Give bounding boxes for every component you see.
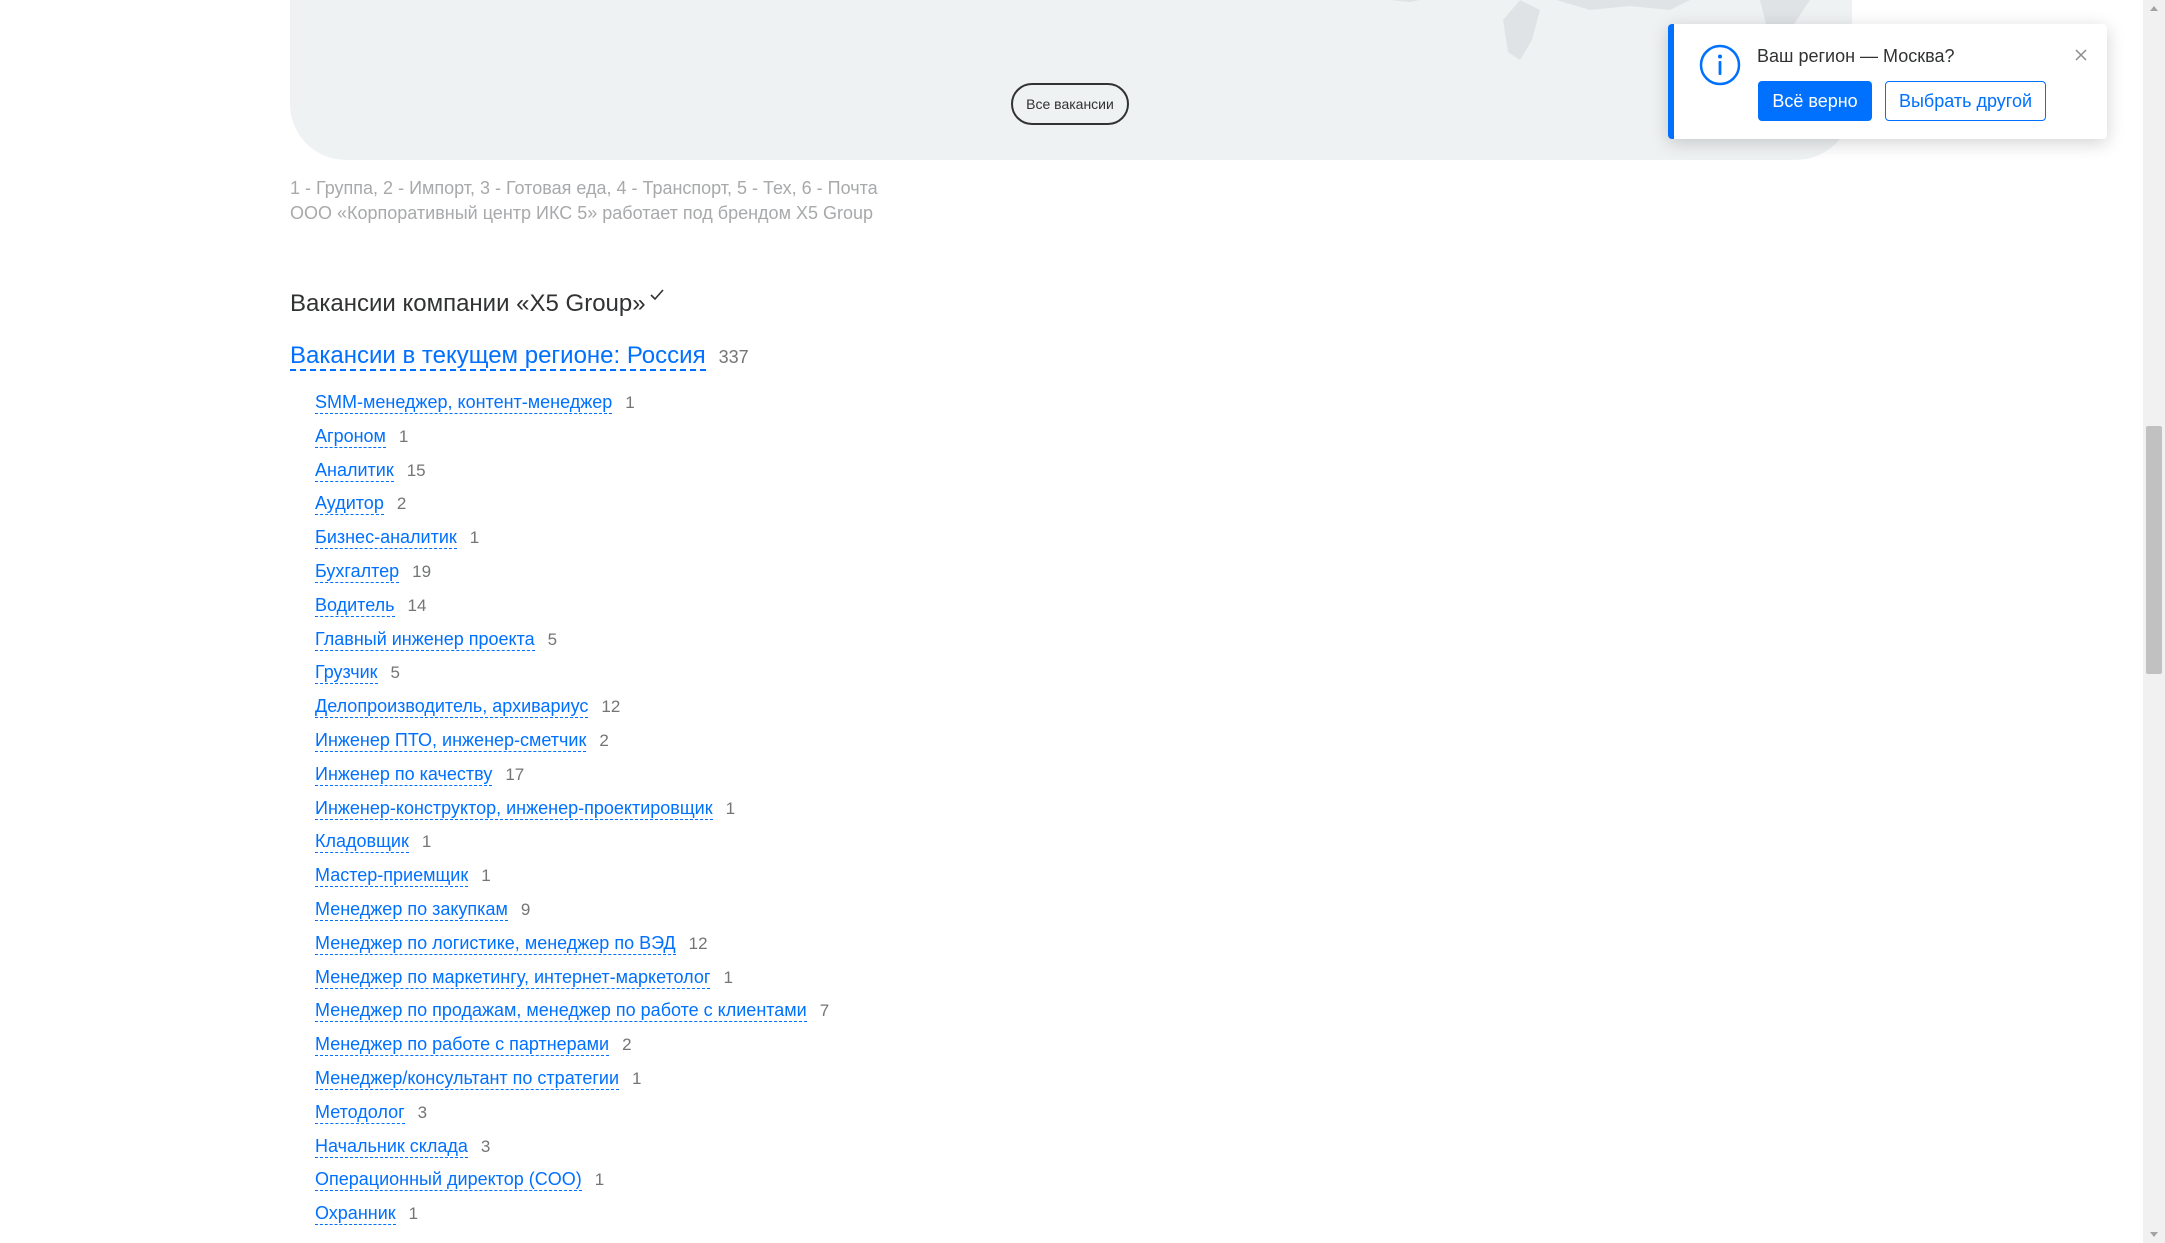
scroll-up-icon[interactable]	[2149, 4, 2159, 12]
vacancy-category-count: 1	[725, 798, 736, 818]
vacancy-category-link[interactable]: Делопроизводитель, архивариус	[315, 696, 589, 719]
vacancy-category-count: 1	[481, 866, 491, 886]
vacancies-heading: Вакансии компании «X5 Group»	[290, 289, 664, 318]
vacancy-category-link[interactable]: Аудитор	[315, 493, 384, 516]
vacancy-category-count: 1	[594, 1170, 605, 1190]
list-item: Методолог 3	[315, 1102, 829, 1136]
list-item: Грузчик 5	[315, 662, 829, 696]
scrollbar-thumb[interactable]	[2146, 426, 2162, 674]
list-item: Инженер ПТО, инженер-сметчик 2	[315, 730, 829, 764]
vacancy-category-link[interactable]: Менеджер по закупкам	[315, 899, 508, 921]
list-item: Бухгалтер 19	[315, 561, 829, 595]
list-item: Главный инженер проекта 5	[315, 629, 829, 663]
info-icon	[1699, 44, 1741, 86]
confirm-region-button[interactable]: Всё верно	[1758, 81, 1872, 121]
vacancy-category-link[interactable]: Инженер-конструктор, инженер-проектировщ…	[315, 798, 713, 820]
vacancy-category-count: 7	[819, 1001, 830, 1021]
list-item: Операционный директор (COO) 1	[315, 1169, 829, 1203]
vacancy-category-link[interactable]: Грузчик	[315, 662, 378, 685]
list-item: Инженер-конструктор, инженер-проектировщ…	[315, 798, 829, 832]
list-item: Агроном 1	[315, 426, 829, 460]
vacancy-category-count: 2	[622, 1035, 632, 1055]
vacancy-category-link[interactable]: Бухгалтер	[315, 561, 400, 583]
vacancies-title: Вакансии компании «X5 Group»	[290, 290, 646, 317]
vacancy-category-link[interactable]: Менеджер по продажам, менеджер по работе…	[315, 1000, 807, 1023]
vacancy-category-count: 2	[396, 494, 407, 514]
vacancy-category-link[interactable]: Мастер-приемщик	[315, 865, 469, 888]
vacancy-category-link[interactable]: Охранник	[315, 1203, 396, 1226]
all-vacancies-button[interactable]: Все вакансии	[1011, 83, 1129, 125]
vacancy-category-count: 1	[625, 393, 635, 412]
region-vacancies-link[interactable]: Вакансии в текущем регионе: Россия	[290, 343, 706, 371]
vacancy-map: Все вакансии	[290, 0, 1852, 160]
vacancy-category-count: 19	[412, 561, 432, 581]
vacancy-category-count: 9	[520, 899, 531, 919]
map-region-shape	[1503, 0, 1540, 60]
list-item: Кладовщик 1	[315, 831, 829, 865]
list-item: Мастер-приемщик 1	[315, 865, 829, 899]
vacancy-category-count: 17	[505, 764, 525, 784]
list-item: Аудитор 2	[315, 493, 829, 527]
region-vacancies-row: Вакансии в текущем регионе: Россия 337	[290, 343, 749, 371]
vacancy-category-link[interactable]: Кладовщик	[315, 831, 409, 854]
vacancy-category-link[interactable]: Агроном	[315, 426, 386, 448]
choose-other-region-button[interactable]: Выбрать другой	[1885, 81, 2046, 121]
footnote: 1 - Группа, 2 - Импорт, 3 - Готовая еда,…	[290, 176, 878, 226]
list-item: Инженер по качеству 17	[315, 764, 829, 798]
close-icon[interactable]	[2074, 48, 2088, 62]
vacancy-category-count: 1	[723, 967, 733, 987]
vacancy-category-link[interactable]: Инженер по качеству	[315, 764, 493, 786]
vacancy-category-list: SMM-менеджер, контент-менеджер 1 Агроном 1…	[315, 392, 829, 1237]
list-item: Бизнес-аналитик 1	[315, 527, 829, 561]
list-item: Менеджер по маркетингу, интернет-маркето…	[315, 967, 829, 1001]
vacancy-category-count: 3	[417, 1102, 428, 1122]
vacancy-category-link[interactable]: Инженер ПТО, инженер-сметчик	[315, 730, 587, 752]
list-item: Менеджер/консультант по стратегии 1	[315, 1068, 829, 1102]
vacancy-category-link[interactable]: Аналитик	[315, 460, 394, 482]
list-item: SMM-менеджер, контент-менеджер 1	[315, 392, 829, 426]
vacancy-category-count: 5	[390, 663, 400, 683]
vacancy-category-link[interactable]: Методолог	[315, 1102, 405, 1124]
vacancy-category-count: 1	[421, 832, 432, 852]
region-question: Ваш регион — Москва?	[1757, 46, 1955, 66]
footnote-legend: 1 - Группа, 2 - Импорт, 3 - Готовая еда,…	[290, 178, 878, 198]
list-item: Делопроизводитель, архивариус 12	[315, 696, 829, 730]
list-item: Менеджер по логистике, менеджер по ВЭД 12	[315, 933, 829, 967]
page-scrollbar[interactable]	[2143, 0, 2165, 1243]
vacancy-category-count: 2	[599, 730, 609, 750]
vacancy-category-link[interactable]: Менеджер/консультант по стратегии	[315, 1068, 620, 1090]
region-vacancies-count: 337	[718, 347, 749, 367]
vacancy-category-count: 14	[407, 595, 427, 615]
verified-check-icon	[650, 289, 664, 301]
vacancy-category-count: 1	[398, 426, 409, 446]
vacancy-category-link[interactable]: Водитель	[315, 595, 395, 617]
list-item: Аналитик 15	[315, 460, 829, 494]
list-item: Водитель 14	[315, 595, 829, 629]
region-confirm-popup: Ваш регион — Москва? Всё верно Выбрать д…	[1668, 24, 2107, 139]
vacancy-category-count: 3	[480, 1136, 491, 1156]
vacancy-category-count: 5	[547, 629, 558, 649]
vacancy-category-link[interactable]: Бизнес-аналитик	[315, 527, 457, 550]
vacancy-category-count: 12	[601, 697, 621, 717]
vacancy-category-count: 1	[469, 528, 480, 548]
list-item: Менеджер по работе с партнерами 2	[315, 1034, 829, 1068]
vacancy-category-link[interactable]: Менеджер по маркетингу, интернет-маркето…	[315, 967, 711, 989]
list-item: Начальник склада 3	[315, 1136, 829, 1170]
list-item: Менеджер по продажам, менеджер по работе…	[315, 1000, 829, 1034]
list-item: Охранник 1	[315, 1203, 829, 1237]
russia-map-graphic	[1390, 0, 1810, 60]
vacancy-category-link[interactable]: Операционный директор (COO)	[315, 1169, 582, 1192]
vacancy-category-count: 15	[406, 460, 426, 480]
vacancy-category-count: 12	[688, 933, 708, 953]
vacancy-category-link[interactable]: Главный инженер проекта	[315, 629, 535, 651]
vacancy-category-link[interactable]: Менеджер по работе с партнерами	[315, 1034, 610, 1057]
vacancy-category-link[interactable]: Начальник склада	[315, 1136, 468, 1158]
vacancy-category-count: 1	[408, 1204, 419, 1224]
vacancy-category-link[interactable]: SMM-менеджер, контент-менеджер	[315, 392, 613, 414]
list-item: Менеджер по закупкам 9	[315, 899, 829, 933]
scroll-down-icon[interactable]	[2149, 1231, 2159, 1239]
footnote-brand-note: ООО «Корпоративный центр ИКС 5» работает…	[290, 203, 873, 223]
vacancy-category-link[interactable]: Менеджер по логистике, менеджер по ВЭД	[315, 933, 676, 955]
vacancy-category-count: 1	[632, 1068, 642, 1088]
